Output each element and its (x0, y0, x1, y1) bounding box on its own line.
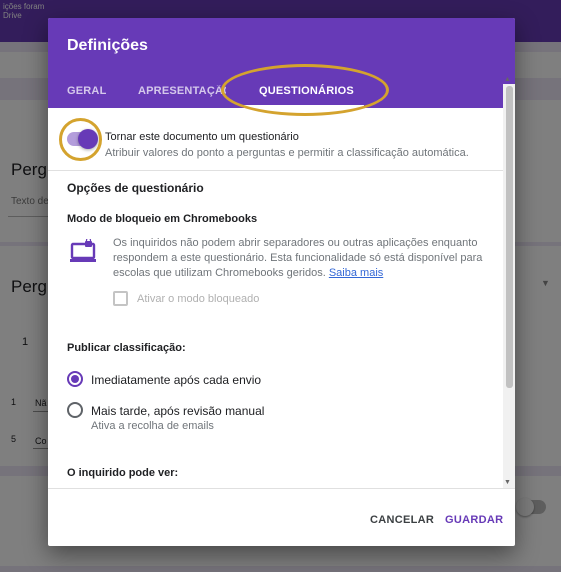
tab-general[interactable]: GERAL (67, 85, 107, 97)
make-quiz-row: Tornar este documento um questionário At… (48, 118, 503, 170)
dialog-scrollbar-thumb[interactable] (506, 86, 513, 388)
publish-later-radio[interactable] (67, 402, 83, 418)
dialog-title: Definições (67, 37, 148, 54)
laptop-lock-icon (70, 239, 96, 262)
lock-mode-heading: Modo de bloqueio em Chromebooks (67, 213, 258, 225)
publish-immediately-radio[interactable] (67, 371, 83, 387)
publish-immediately-label[interactable]: Imediatamente após cada envio (91, 373, 261, 387)
learn-more-link[interactable]: Saiba mais (329, 267, 383, 279)
quiz-toggle-description: Atribuir valores do ponto a perguntas e … (105, 147, 469, 159)
scroll-down-arrow-icon[interactable]: ▼ (504, 479, 511, 486)
lock-mode-checkbox-label: Ativar o modo bloqueado (137, 293, 260, 305)
publish-grade-heading: Publicar classificação: (67, 342, 186, 354)
publish-later-label[interactable]: Mais tarde, após revisão manual (91, 404, 264, 418)
toggle-highlight-annotation (59, 118, 102, 161)
settings-dialog: Definições GERAL APRESENTAÇÃO QUESTIONÁR… (48, 18, 515, 546)
respondent-can-see-heading: O inquirido pode ver: (67, 467, 179, 479)
quiz-options-heading: Opções de questionário (67, 181, 204, 195)
section-divider (48, 170, 503, 171)
quiz-toggle-label: Tornar este documento um questionário (105, 131, 299, 143)
cancel-button[interactable]: CANCELAR (370, 514, 434, 526)
lock-mode-description-text: Os inquiridos não podem abrir separadore… (113, 237, 483, 279)
scroll-up-arrow-icon[interactable]: ▲ (504, 76, 511, 83)
footer-divider (48, 488, 515, 489)
tab-highlight-annotation (221, 64, 389, 116)
save-button[interactable]: GUARDAR (445, 514, 503, 526)
lock-mode-description: Os inquiridos não podem abrir separadore… (113, 236, 497, 281)
tab-presentation[interactable]: APRESENTAÇÃO (138, 85, 226, 97)
lock-mode-checkbox[interactable] (113, 291, 128, 306)
publish-later-sublabel: Ativa a recolha de emails (91, 420, 214, 432)
